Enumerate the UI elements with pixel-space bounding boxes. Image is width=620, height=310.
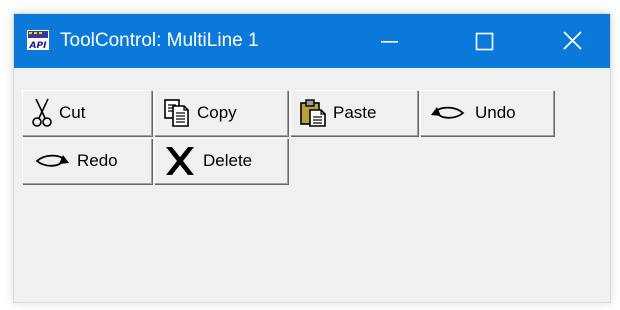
paste-button[interactable]: Paste <box>290 90 418 136</box>
minimize-icon <box>381 41 398 43</box>
delete-label: Delete <box>203 151 253 170</box>
minimize-button[interactable] <box>352 14 428 68</box>
toolbar: Cut Copy Paste Undo Redo Delete <box>14 68 610 302</box>
copy-button[interactable]: Copy <box>154 90 288 136</box>
copy-label: Copy <box>197 103 237 122</box>
maximize-icon <box>475 32 494 51</box>
window-title: ToolControl: MultiLine 1 <box>60 30 259 51</box>
paste-icon <box>300 99 326 127</box>
redo-label: Redo <box>77 151 118 170</box>
undo-button[interactable]: Undo <box>420 90 554 136</box>
delete-x-icon <box>166 147 194 175</box>
app-window: API ToolControl: MultiLine 1 Cut Copy Pa… <box>14 14 610 302</box>
cut-button[interactable]: Cut <box>22 90 152 136</box>
maximize-button[interactable] <box>446 14 522 68</box>
api-app-icon: API <box>27 30 49 51</box>
scissors-icon <box>32 98 52 127</box>
undo-label: Undo <box>475 103 516 122</box>
copy-icon <box>164 99 189 127</box>
redo-button[interactable]: Redo <box>22 138 152 184</box>
delete-button[interactable]: Delete <box>154 138 288 184</box>
paste-label: Paste <box>333 103 377 122</box>
svg-text:API: API <box>29 41 48 51</box>
undo-icon <box>431 106 465 119</box>
redo-icon <box>35 154 69 167</box>
title-bar[interactable]: API ToolControl: MultiLine 1 <box>14 14 610 68</box>
close-icon <box>563 31 582 50</box>
cut-label: Cut <box>59 103 86 122</box>
close-button[interactable] <box>534 14 610 68</box>
